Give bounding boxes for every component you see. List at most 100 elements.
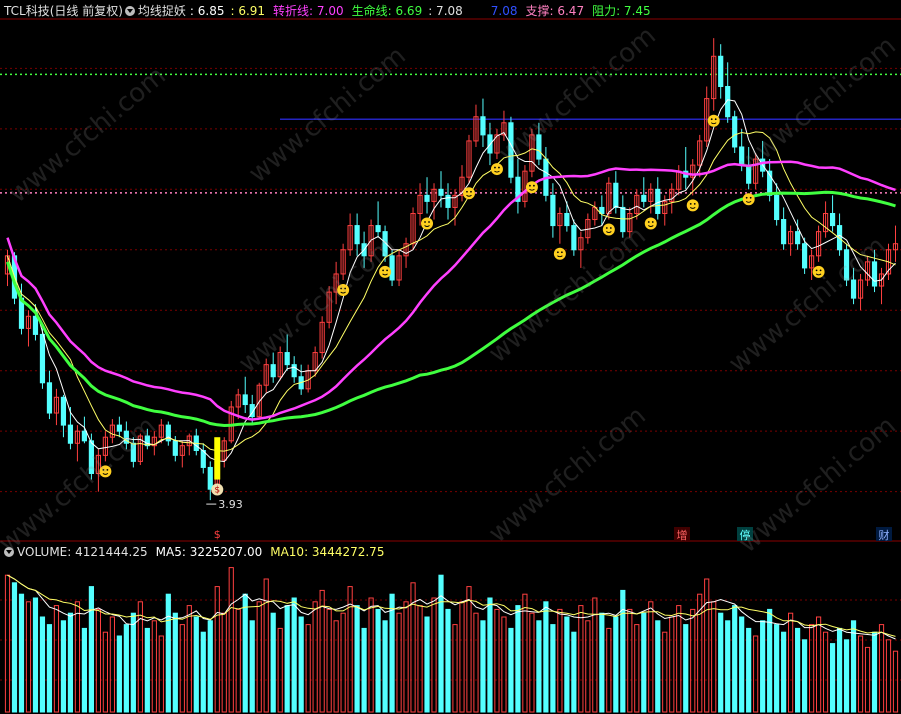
candle bbox=[116, 416, 122, 438]
volume-bar bbox=[158, 635, 164, 713]
volume-bar bbox=[60, 620, 67, 713]
volume-bar bbox=[375, 608, 381, 713]
candle bbox=[620, 195, 626, 238]
candle bbox=[788, 225, 794, 256]
volume-bar bbox=[466, 586, 472, 713]
candle-body bbox=[655, 188, 661, 214]
candle bbox=[843, 243, 850, 287]
smiley-eye bbox=[609, 227, 612, 229]
candle bbox=[466, 134, 472, 184]
smiley-face bbox=[553, 247, 566, 260]
volume-menu-icon[interactable] bbox=[4, 547, 14, 557]
candle bbox=[396, 249, 402, 287]
candle bbox=[123, 421, 129, 450]
volume-bar bbox=[739, 616, 745, 713]
volume-bar bbox=[746, 627, 752, 713]
candle-body bbox=[389, 255, 395, 281]
smiley-eye bbox=[689, 202, 692, 205]
turn-line-value: 转折线: 7.00 bbox=[273, 4, 344, 18]
candle bbox=[822, 201, 829, 238]
indicator-name[interactable]: 均线捉妖 bbox=[138, 2, 186, 20]
volume-bar bbox=[109, 616, 115, 713]
smiley-eye bbox=[529, 184, 531, 187]
candle-body bbox=[88, 440, 94, 474]
smiley-marker bbox=[707, 114, 720, 127]
volume-bar bbox=[627, 608, 633, 713]
volume-bar bbox=[662, 631, 668, 713]
candle bbox=[270, 352, 276, 383]
candle-body bbox=[641, 194, 647, 202]
volume-bar bbox=[249, 620, 255, 713]
smiley-marker bbox=[490, 163, 503, 176]
smiley-eye bbox=[424, 221, 426, 223]
volume-bar bbox=[725, 620, 731, 713]
candle-body bbox=[746, 164, 752, 184]
stock-title[interactable]: TCL科技(日线 前复权) bbox=[4, 2, 123, 20]
smiley-eye bbox=[498, 166, 500, 169]
volume-bar bbox=[704, 578, 710, 713]
candle bbox=[389, 249, 395, 287]
candle bbox=[676, 165, 682, 196]
candle bbox=[326, 286, 332, 329]
indicator-menu-icon[interactable] bbox=[124, 6, 135, 16]
candle bbox=[550, 183, 556, 238]
volume-bar bbox=[822, 631, 829, 713]
candle bbox=[655, 177, 661, 220]
volume-bar bbox=[648, 601, 654, 713]
candle-body bbox=[871, 261, 878, 287]
candle-body bbox=[550, 194, 556, 227]
volume-bar bbox=[270, 612, 276, 713]
volume-bar bbox=[319, 589, 325, 713]
volume-bar bbox=[557, 608, 563, 713]
candle-body bbox=[60, 396, 67, 426]
volume-bar bbox=[46, 624, 53, 713]
candle-body bbox=[829, 212, 836, 227]
volume-bar bbox=[25, 601, 32, 713]
volume-bar bbox=[95, 608, 101, 713]
smiley-eye bbox=[382, 269, 384, 272]
volume-bar bbox=[781, 631, 787, 713]
candle bbox=[599, 195, 605, 226]
volume-bar bbox=[788, 612, 794, 713]
volume-bar bbox=[4, 574, 11, 713]
candle-body bbox=[270, 364, 276, 378]
candle-body bbox=[39, 333, 46, 384]
volume-bar bbox=[179, 624, 185, 713]
volume-bar bbox=[606, 627, 612, 713]
smiley-eye bbox=[819, 269, 822, 272]
volume-bar bbox=[487, 597, 493, 713]
candle bbox=[46, 370, 53, 420]
volume-ma10-value: MA10: 3444272.75 bbox=[270, 545, 385, 559]
candle-body bbox=[732, 116, 738, 148]
candle-body bbox=[116, 424, 122, 432]
smiley-marker bbox=[462, 187, 475, 200]
volume-bar bbox=[333, 620, 339, 713]
price-chart[interactable]: $3.93 $ 增 停 财 bbox=[0, 0, 901, 714]
candle bbox=[836, 213, 843, 256]
candle bbox=[809, 249, 815, 280]
candle bbox=[864, 255, 871, 287]
volume-bar bbox=[67, 612, 74, 713]
candle-body bbox=[354, 225, 360, 245]
candle-body bbox=[774, 194, 780, 221]
smiley-face bbox=[742, 193, 755, 206]
candle-body bbox=[172, 440, 178, 456]
candle bbox=[592, 201, 598, 226]
volume-bar bbox=[515, 605, 521, 713]
smiley-marker bbox=[379, 265, 392, 278]
volume-bar bbox=[711, 601, 717, 713]
candle bbox=[508, 116, 514, 184]
smiley-marker bbox=[337, 284, 350, 296]
volume-bar bbox=[235, 608, 241, 713]
volume-bar bbox=[382, 620, 388, 713]
smiley-face bbox=[337, 284, 350, 296]
candle-body bbox=[67, 424, 74, 444]
volume-bar bbox=[529, 612, 535, 713]
candle-body bbox=[781, 219, 787, 245]
candle bbox=[179, 440, 185, 468]
candle bbox=[228, 400, 234, 444]
volume-bar bbox=[802, 639, 808, 713]
volume-bar bbox=[543, 601, 549, 713]
candle-body bbox=[508, 122, 514, 178]
volume-bar bbox=[683, 624, 689, 713]
